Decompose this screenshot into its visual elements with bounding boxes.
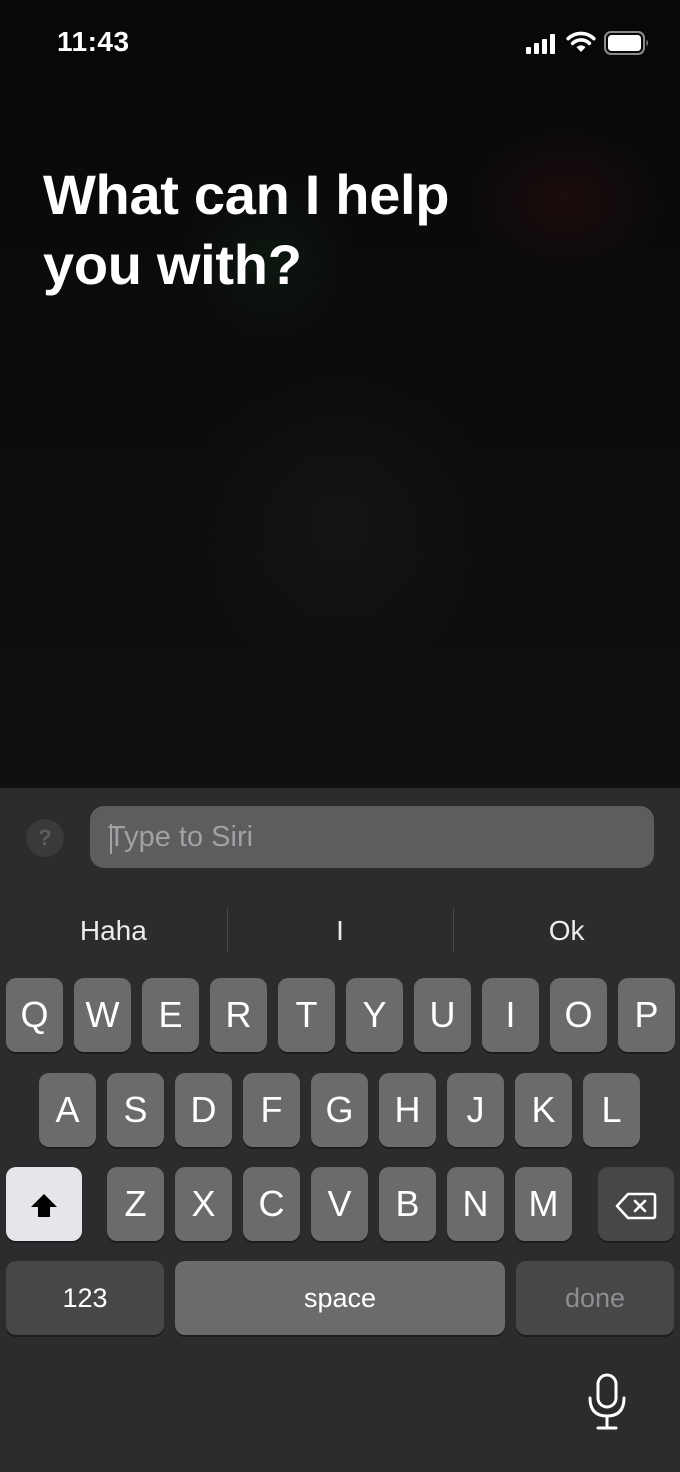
- key-o[interactable]: O: [550, 978, 607, 1052]
- key-t[interactable]: T: [278, 978, 335, 1052]
- wifi-icon: [566, 31, 596, 52]
- key-k[interactable]: K: [515, 1073, 572, 1147]
- key-q[interactable]: Q: [6, 978, 63, 1052]
- key-u[interactable]: U: [414, 978, 471, 1052]
- keyboard-panel: ? Haha I Ok Q W E R T Y U I O P A S D F …: [0, 788, 680, 1472]
- status-bar: 11:43: [0, 0, 680, 86]
- cellular-signal-icon: [526, 34, 555, 54]
- key-c[interactable]: C: [243, 1167, 300, 1241]
- numbers-key[interactable]: 123: [6, 1261, 164, 1335]
- done-key[interactable]: done: [516, 1261, 674, 1335]
- key-l[interactable]: L: [583, 1073, 640, 1147]
- key-f[interactable]: F: [243, 1073, 300, 1147]
- key-w[interactable]: W: [74, 978, 131, 1052]
- key-b[interactable]: B: [379, 1167, 436, 1241]
- delete-backspace-icon: [615, 1193, 657, 1220]
- siri-prompt-heading: What can I help you with?: [43, 163, 450, 296]
- key-z[interactable]: Z: [107, 1167, 164, 1241]
- text-cursor: [110, 824, 112, 854]
- key-p[interactable]: P: [618, 978, 675, 1052]
- key-v[interactable]: V: [311, 1167, 368, 1241]
- key-r[interactable]: R: [210, 978, 267, 1052]
- shift-icon: [31, 1194, 57, 1218]
- key-j[interactable]: J: [447, 1073, 504, 1147]
- delete-key[interactable]: [598, 1167, 674, 1241]
- key-a[interactable]: A: [39, 1073, 96, 1147]
- key-g[interactable]: G: [311, 1073, 368, 1147]
- key-y[interactable]: Y: [346, 978, 403, 1052]
- key-n[interactable]: N: [447, 1167, 504, 1241]
- key-d[interactable]: D: [175, 1073, 232, 1147]
- suggestion-item[interactable]: Ok: [453, 898, 680, 964]
- help-button[interactable]: ?: [26, 819, 64, 857]
- suggestion-item[interactable]: I: [226, 898, 454, 964]
- predictive-suggestions-bar: Haha I Ok: [0, 898, 680, 964]
- status-time: 11:43: [57, 26, 130, 57]
- space-key[interactable]: space: [175, 1261, 505, 1335]
- key-e[interactable]: E: [142, 978, 199, 1052]
- siri-screen: 11:43 What can I help you with? ? Haha I…: [0, 0, 680, 1472]
- suggestion-item[interactable]: Haha: [0, 898, 227, 964]
- microphone-icon[interactable]: [586, 1372, 628, 1432]
- battery-icon: [604, 31, 648, 55]
- shift-key[interactable]: [6, 1167, 82, 1241]
- key-x[interactable]: X: [175, 1167, 232, 1241]
- key-i[interactable]: I: [482, 978, 539, 1052]
- key-m[interactable]: M: [515, 1167, 572, 1241]
- key-s[interactable]: S: [107, 1073, 164, 1147]
- type-to-siri-input[interactable]: [90, 806, 654, 868]
- key-h[interactable]: H: [379, 1073, 436, 1147]
